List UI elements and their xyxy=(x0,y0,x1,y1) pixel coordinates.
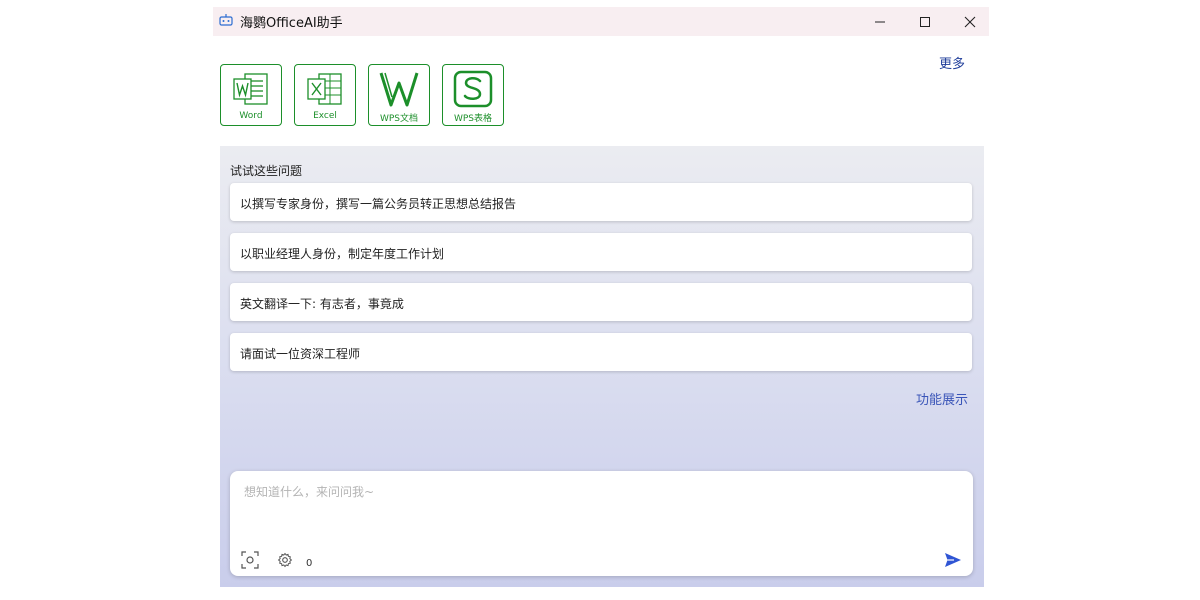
app-tile-wps-spreadsheet[interactable]: WPS表格 xyxy=(442,64,504,126)
send-icon[interactable] xyxy=(944,552,962,568)
app-tile-word[interactable]: Word xyxy=(220,64,282,126)
app-tile-wps-writer[interactable]: WPS文档 xyxy=(368,64,430,126)
title-bar[interactable]: 海鹦OfficeAI助手 xyxy=(213,7,989,36)
wps-writer-icon xyxy=(379,72,419,107)
screenshot-icon[interactable] xyxy=(241,551,259,569)
app-window: 海鹦OfficeAI助手 更多 Word Excel WPS文档 WPS表格 试… xyxy=(213,7,989,600)
gear-icon[interactable] xyxy=(277,552,293,568)
app-tile-label: WPS文档 xyxy=(379,114,419,124)
word-icon xyxy=(233,73,268,105)
suggestion-item[interactable]: 以撰写专家身份，撰写一篇公务员转正思想总结报告 xyxy=(230,183,972,221)
suggestion-item[interactable]: 英文翻译一下: 有志者，事竟成 xyxy=(230,283,972,321)
maximize-button[interactable] xyxy=(902,7,947,36)
excel-icon xyxy=(307,73,342,105)
app-tile-excel[interactable]: Excel xyxy=(294,64,356,126)
suggestion-item[interactable]: 以职业经理人身份，制定年度工作计划 xyxy=(230,233,972,271)
more-link[interactable]: 更多 xyxy=(939,53,965,72)
app-tile-label: Word xyxy=(239,111,263,121)
chat-input-box: 0 xyxy=(230,471,973,576)
close-icon xyxy=(964,16,975,27)
suggestion-item[interactable]: 请面试一位资深工程师 xyxy=(230,333,972,371)
chat-panel: 试试这些问题 以撰写专家身份，撰写一篇公务员转正思想总结报告 以职业经理人身份，… xyxy=(220,146,984,587)
suggestions-heading: 试试这些问题 xyxy=(230,164,303,178)
maximize-icon xyxy=(919,16,930,27)
window-title: 海鹦OfficeAI助手 xyxy=(240,16,343,31)
wps-spreadsheet-icon xyxy=(453,70,493,108)
minimize-button[interactable] xyxy=(857,7,902,36)
robot-icon xyxy=(219,14,233,26)
token-count: 0 xyxy=(306,558,313,569)
feature-demo-link[interactable]: 功能展示 xyxy=(916,389,968,408)
minimize-icon xyxy=(874,21,885,22)
chat-input[interactable] xyxy=(242,481,961,535)
app-tile-label: WPS表格 xyxy=(453,114,493,124)
close-button[interactable] xyxy=(947,7,992,36)
app-tile-label: Excel xyxy=(313,111,337,121)
